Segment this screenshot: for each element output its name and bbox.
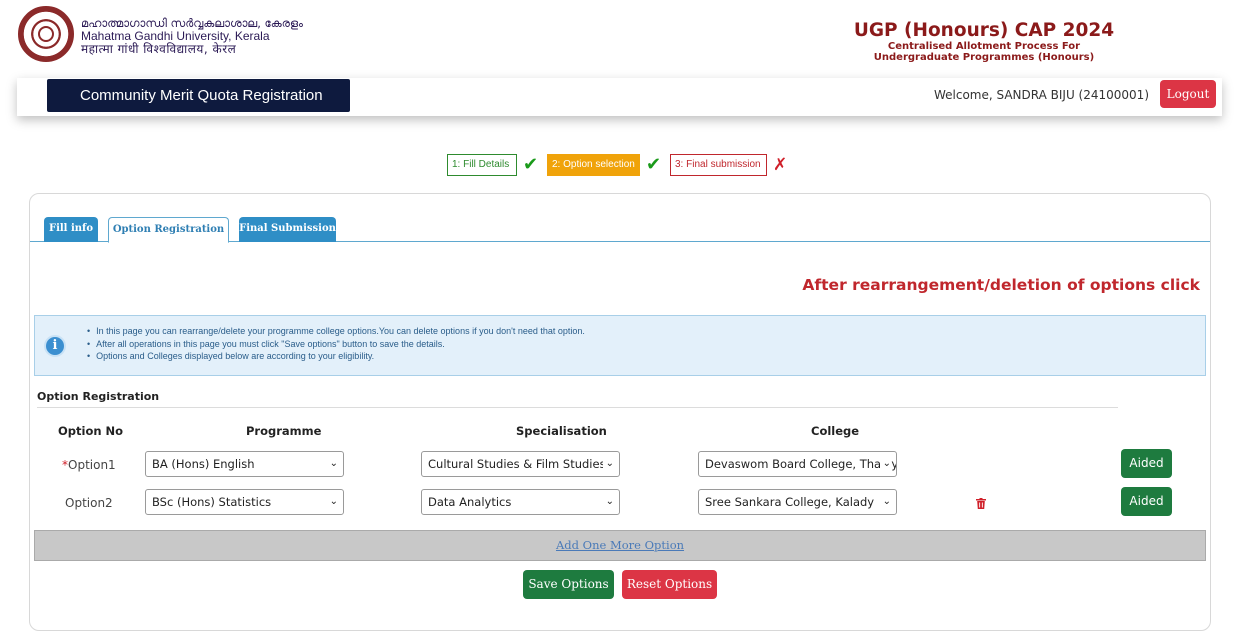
add-option-bar: Add One More Option — [34, 530, 1206, 561]
tab-final-submission[interactable]: Final Submission — [239, 217, 336, 242]
section-divider — [37, 407, 1118, 408]
step-option-selection: 2: Option selection — [547, 154, 640, 176]
specialisation-select[interactable]: Cultural Studies & Film Studies ⌄ — [421, 451, 620, 477]
site-header: മഹാത്മാഗാന്ധി സർവ്വകലാശാല, കേരളം Mahatma… — [0, 0, 1239, 78]
trash-icon[interactable] — [976, 498, 986, 509]
option-label: *Option1 — [62, 458, 116, 472]
university-name: മഹാത്മാഗാന്ധി സർവ്വകലാശാല, കേരളം Mahatma… — [81, 17, 303, 56]
college-select[interactable]: Sree Sankara College, Kalady ⌄ — [698, 489, 897, 515]
programme-select[interactable]: BA (Hons) English ⌄ — [145, 451, 344, 477]
main-panel: Fill info Option Registration Final Subm… — [29, 193, 1211, 631]
info-box: i In this page you can rearrange/delete … — [34, 315, 1206, 376]
logout-button[interactable]: Logout — [1160, 80, 1216, 108]
tab-option-registration[interactable]: Option Registration — [108, 217, 229, 243]
info-item: Options and Colleges displayed below are… — [87, 350, 585, 363]
programme-select[interactable]: BSc (Hons) Statistics ⌄ — [145, 489, 344, 515]
university-name-hindi: महात्मा गांधी विश्वविद्यालय, केरल — [81, 42, 237, 56]
chevron-down-icon: ⌄ — [602, 452, 614, 476]
specialisation-select[interactable]: Data Analytics ⌄ — [421, 489, 620, 515]
add-option-link[interactable]: Add One More Option — [556, 538, 684, 552]
navbar: Community Merit Quota Registration Welco… — [17, 78, 1222, 116]
university-logo-icon — [18, 6, 74, 62]
cap-branding: UGP (Honours) CAP 2024 Centralised Allot… — [853, 20, 1115, 64]
option-label: Option2 — [65, 496, 113, 510]
aided-button[interactable]: Aided — [1121, 487, 1172, 516]
cap-title: UGP (Honours) CAP 2024 — [853, 20, 1115, 41]
info-item: In this page you can rearrange/delete yo… — [87, 325, 585, 338]
cap-subtitle-1: Centralised Allotment Process For — [887, 41, 1081, 52]
cross-icon: ✗ — [773, 155, 788, 175]
page-title: Community Merit Quota Registration — [47, 79, 350, 112]
info-icon: i — [44, 335, 66, 357]
chevron-down-icon: ⌄ — [326, 452, 338, 476]
step-fill-details: 1: Fill Details — [447, 154, 517, 176]
step-final-submission: 3: Final submission — [670, 154, 767, 176]
chevron-down-icon: ⌄ — [602, 490, 614, 514]
column-header-programme: Programme — [246, 424, 322, 438]
aided-button[interactable]: Aided — [1121, 449, 1172, 478]
check-icon: ✔ — [523, 154, 539, 175]
cap-subtitle-2: Undergraduate Programmes (Honours) — [873, 52, 1095, 63]
rearrange-notice: After rearrangement/deletion of options … — [802, 276, 1200, 294]
column-header-college: College — [811, 424, 860, 438]
check-icon: ✔ — [646, 154, 662, 175]
tab-fill-info[interactable]: Fill info — [44, 217, 98, 242]
save-options-button[interactable]: Save Options — [523, 570, 614, 599]
college-select[interactable]: Devaswom Board College, Thalayolaparambu… — [698, 451, 897, 477]
reset-options-button[interactable]: Reset Options — [622, 570, 717, 599]
chevron-down-icon: ⌄ — [879, 452, 891, 476]
section-title: Option Registration — [37, 390, 160, 403]
welcome-text: Welcome, SANDRA BIJU (24100001) — [933, 88, 1149, 102]
column-header-specialisation: Specialisation — [516, 424, 607, 438]
info-item: After all operations in this page you mu… — [87, 338, 585, 351]
chevron-down-icon: ⌄ — [879, 490, 891, 514]
column-header-option-no: Option No — [58, 424, 124, 438]
info-list: In this page you can rearrange/delete yo… — [87, 325, 585, 363]
chevron-down-icon: ⌄ — [326, 490, 338, 514]
